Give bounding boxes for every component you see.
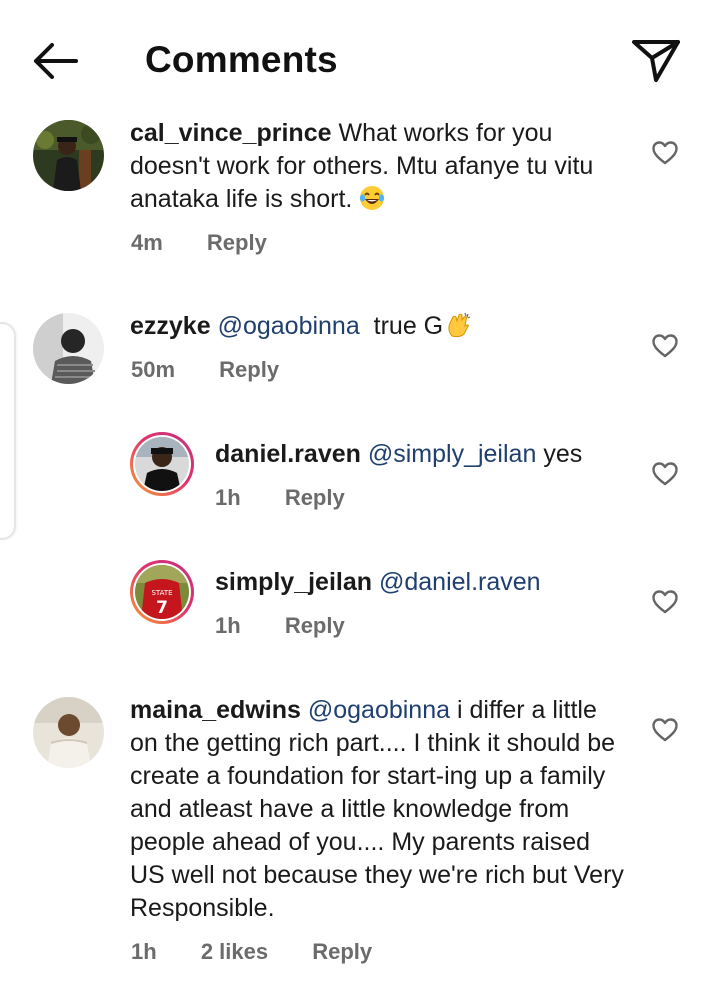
side-panel-edge[interactable] — [0, 322, 16, 540]
reply-button[interactable]: Reply — [285, 485, 345, 510]
comment-body: cal_vince_prince What works for you does… — [130, 117, 600, 216]
like-button[interactable] — [651, 140, 679, 166]
comment-timestamp: 1h — [215, 613, 241, 638]
comment-mention[interactable]: @ogaobinna — [218, 312, 360, 340]
comment-mention[interactable]: @daniel.raven — [379, 568, 541, 596]
avatar[interactable] — [33, 697, 104, 768]
like-button[interactable] — [651, 461, 679, 487]
header-bar: Comments — [0, 0, 720, 110]
comment-timestamp: 4m — [131, 230, 163, 255]
comment-text: i differ a little on the getting rich pa… — [130, 696, 624, 922]
comment-body: daniel.raven @simply_jeilan yes — [215, 438, 615, 471]
comment-username[interactable]: daniel.raven — [215, 440, 361, 468]
comment-meta: 1h Reply — [215, 612, 383, 640]
likes-count[interactable]: 2 likes — [201, 939, 268, 964]
comment-username[interactable]: ezzyke — [130, 312, 211, 340]
comment-username[interactable]: cal_vince_prince — [130, 119, 332, 147]
comment-username[interactable]: maina_edwins — [130, 696, 301, 724]
comment-text: yes — [543, 440, 583, 468]
avatar-with-story-ring[interactable]: STATE 7 — [130, 560, 194, 624]
comment-meta: 1h Reply — [215, 484, 383, 512]
profile-photo — [33, 120, 104, 191]
heart-outline-icon — [652, 590, 678, 614]
avatar-with-story-ring[interactable] — [130, 432, 194, 496]
paper-plane-icon — [632, 40, 680, 82]
heart-outline-icon — [652, 141, 678, 165]
reply-button[interactable]: Reply — [219, 357, 279, 382]
arrow-left-icon — [34, 43, 78, 79]
comment-mention[interactable]: @simply_jeilan — [368, 440, 537, 468]
avatar-inner — [133, 435, 191, 493]
share-button[interactable] — [630, 36, 682, 84]
reply-button[interactable]: Reply — [312, 939, 372, 964]
comment-meta: 50m Reply — [131, 356, 317, 384]
comment-mention[interactable]: @ogaobinna — [308, 696, 450, 724]
profile-photo — [33, 697, 104, 768]
comment-text: true G — [366, 312, 444, 340]
laughing-tears-emoji — [360, 186, 385, 210]
like-button[interactable] — [651, 589, 679, 615]
comment-meta: 1h 2 likes Reply — [131, 938, 410, 966]
reply-button[interactable]: Reply — [285, 613, 345, 638]
like-button[interactable] — [651, 717, 679, 743]
clapping-hands-emoji — [448, 312, 471, 338]
comment-timestamp: 1h — [215, 485, 241, 510]
comment-meta: 4m Reply — [131, 229, 305, 257]
like-button[interactable] — [651, 333, 679, 359]
reply-button[interactable]: Reply — [207, 230, 267, 255]
page-title: Comments — [145, 39, 338, 80]
comment-timestamp: 50m — [131, 357, 176, 382]
svg-text:STATE: STATE — [151, 589, 172, 597]
avatar[interactable] — [33, 313, 104, 384]
avatar[interactable] — [33, 120, 104, 191]
profile-photo — [135, 437, 189, 491]
avatar-inner: STATE 7 — [133, 563, 191, 621]
heart-outline-icon — [652, 462, 678, 486]
comment-timestamp: 1h — [131, 939, 157, 964]
back-button[interactable] — [30, 38, 82, 84]
profile-photo: STATE 7 — [135, 565, 189, 619]
comment-body: simply_jeilan @daniel.raven — [215, 566, 615, 599]
comment-body: ezzyke @ogaobinna true G — [130, 310, 610, 343]
svg-text:7: 7 — [156, 598, 168, 618]
heart-outline-icon — [652, 718, 678, 742]
comment-body: maina_edwins @ogaobinna i differ a littl… — [130, 694, 625, 925]
comment-username[interactable]: simply_jeilan — [215, 568, 372, 596]
heart-outline-icon — [652, 334, 678, 358]
profile-photo — [33, 313, 104, 384]
